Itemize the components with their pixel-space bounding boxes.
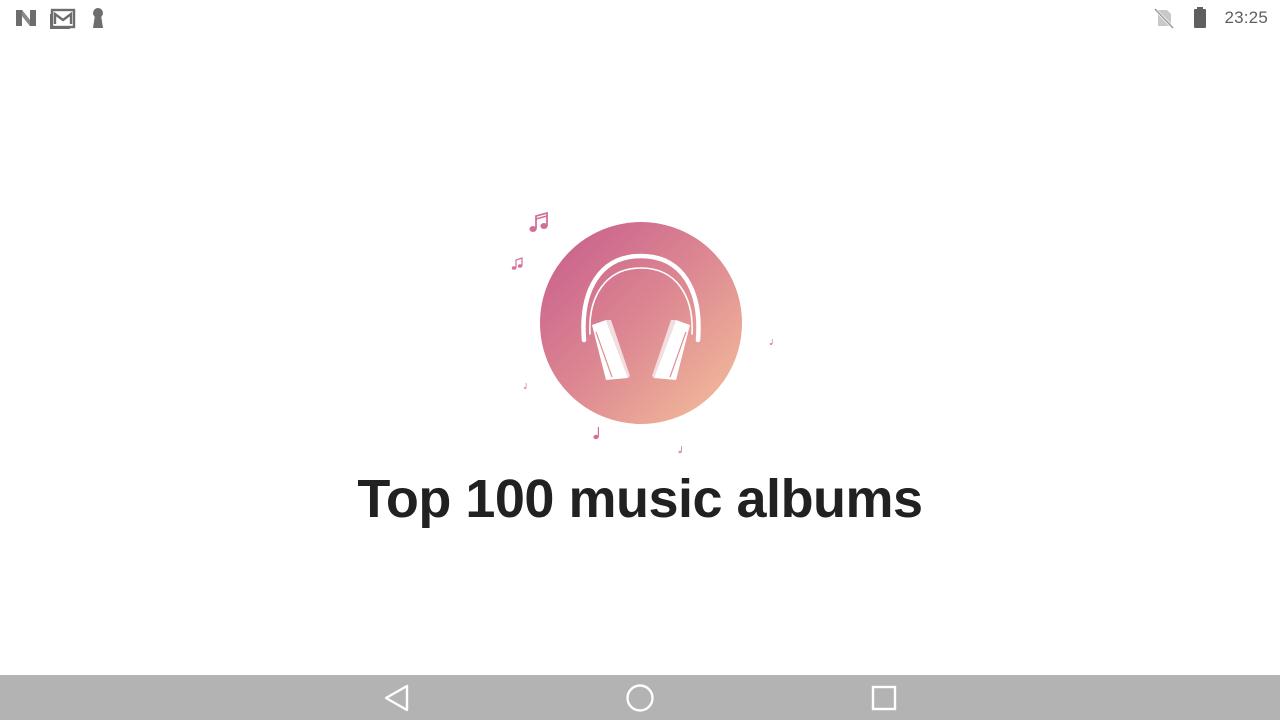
no-sim-icon [1152, 6, 1176, 30]
gmail-icon [50, 6, 76, 30]
music-note-icon [769, 339, 773, 346]
keyhole-icon [86, 6, 110, 30]
splash-title: Top 100 music albums [357, 469, 923, 529]
back-triangle-icon [384, 684, 409, 712]
music-note-icon [593, 427, 599, 440]
app-logo [500, 200, 790, 460]
status-bar: 23:25 [0, 0, 1280, 36]
n-notification-icon [14, 6, 38, 30]
home-button[interactable] [625, 683, 655, 713]
music-note-icon [529, 211, 548, 232]
music-note-icon [523, 383, 527, 389]
battery-icon [1188, 6, 1212, 30]
status-clock: 23:25 [1224, 8, 1268, 27]
recents-square-icon [871, 685, 897, 711]
back-button[interactable] [382, 683, 412, 713]
music-note-icon [678, 446, 682, 454]
splash-screen: 23:25 Top 100 music albums [0, 0, 1280, 720]
logo-circle [540, 222, 742, 424]
navigation-bar [0, 675, 1280, 720]
recents-button[interactable] [869, 683, 899, 713]
system-status-icons: 23:25 [1152, 6, 1268, 30]
notification-icons [14, 6, 110, 30]
music-note-icon [511, 257, 523, 270]
home-circle-icon [626, 684, 654, 712]
